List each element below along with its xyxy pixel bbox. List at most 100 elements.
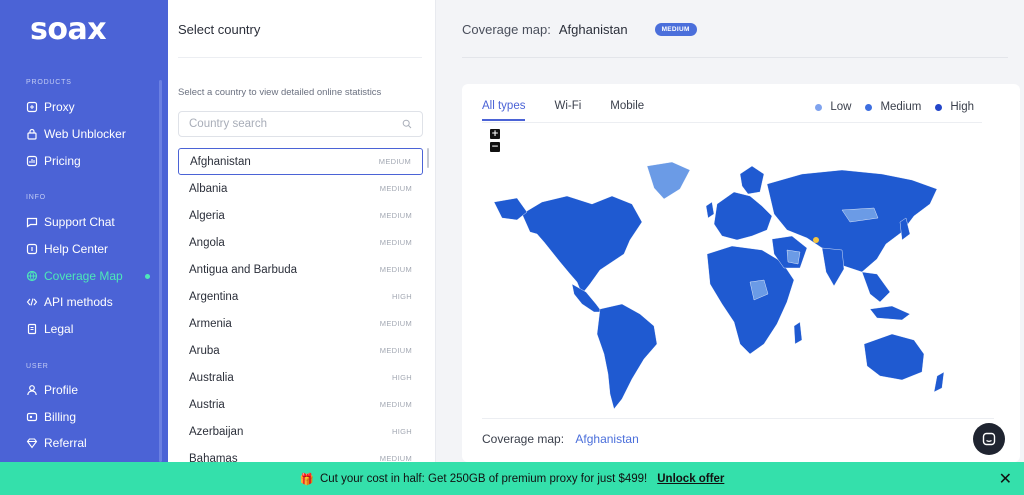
region-indonesia — [869, 305, 911, 321]
region-arabian-peninsula — [786, 249, 801, 265]
coverage-header-label: Coverage map: — [462, 22, 551, 37]
country-row-austria[interactable]: Austria MEDIUM — [178, 391, 423, 418]
divider — [462, 57, 1008, 58]
coverage-header: Coverage map: Afghanistan MEDIUM — [462, 22, 697, 37]
zoom-in-button[interactable]: + — [490, 129, 500, 139]
sidebar: soax PRODUCTS Proxy Web Unblocker Pricin… — [0, 0, 168, 462]
sidebar-item-label: Pricing — [44, 154, 81, 168]
sidebar-item-referral[interactable]: Referral — [26, 433, 87, 453]
active-indicator-dot — [145, 274, 150, 279]
document-icon — [27, 323, 37, 335]
country-row-armenia[interactable]: Armenia MEDIUM — [178, 310, 423, 337]
coverage-level: MEDIUM — [379, 400, 412, 409]
section-label-user: USER — [26, 363, 49, 370]
world-coverage-map[interactable] — [482, 144, 1002, 414]
unlock-offer-link[interactable]: Unlock offer — [657, 473, 724, 485]
legend-item-medium: Medium — [865, 101, 921, 113]
sidebar-item-pricing[interactable]: Pricing — [26, 151, 81, 171]
country-row-azerbaijan[interactable]: Azerbaijan HIGH — [178, 418, 423, 445]
country-panel: Select country Select a country to view … — [168, 0, 436, 462]
country-row-albania[interactable]: Albania MEDIUM — [178, 175, 423, 202]
sidebar-item-label: Proxy — [44, 100, 75, 114]
sidebar-item-label: Web Unblocker — [44, 127, 126, 141]
legend-dot-high — [935, 103, 943, 111]
region-scandinavia — [739, 165, 765, 195]
coverage-level: HIGH — [392, 373, 412, 382]
diamond-icon — [26, 438, 38, 449]
code-icon — [26, 298, 38, 306]
country-row-afghanistan[interactable]: Afghanistan MEDIUM — [178, 148, 423, 175]
tabs-underline — [482, 122, 982, 123]
sidebar-item-profile[interactable]: Profile — [26, 380, 78, 400]
region-madagascar — [793, 321, 803, 345]
search-icon[interactable] — [402, 119, 412, 129]
coverage-level: MEDIUM — [379, 346, 412, 355]
globe-icon — [26, 270, 38, 282]
sidebar-item-coverage-map[interactable]: Coverage Map — [26, 266, 123, 286]
panel-title: Select country — [178, 22, 261, 37]
country-list-scrollbar[interactable] — [427, 148, 429, 168]
country-row-aruba[interactable]: Aruba MEDIUM — [178, 337, 423, 364]
gift-icon: 🎁 — [299, 473, 314, 486]
coverage-header-country: Afghanistan — [558, 22, 628, 37]
coverage-level: MEDIUM — [379, 319, 412, 328]
coverage-level-badge: MEDIUM — [654, 23, 697, 36]
sidebar-item-billing[interactable]: Billing — [26, 407, 76, 427]
legend-label: Medium — [880, 101, 922, 113]
tab-wi-fi[interactable]: Wi-Fi — [554, 100, 581, 121]
sidebar-item-proxy[interactable]: Proxy — [26, 97, 75, 117]
sidebar-item-label: Profile — [44, 383, 79, 397]
sidebar-item-web-unblocker[interactable]: Web Unblocker — [26, 124, 126, 144]
close-icon[interactable]: ✕ — [999, 469, 1012, 488]
legend-item-low: Low — [815, 101, 851, 113]
coverage-level: MEDIUM — [379, 211, 412, 220]
country-name: Afghanistan — [190, 155, 251, 168]
tab-mobile[interactable]: Mobile — [610, 100, 644, 121]
coverage-level: MEDIUM — [378, 157, 411, 166]
lock-icon — [27, 128, 37, 140]
country-row-antigua-and-barbuda[interactable]: Antigua and Barbuda MEDIUM — [178, 256, 423, 283]
region-alaska — [493, 197, 528, 221]
region-central-america — [571, 283, 603, 313]
sidebar-item-legal[interactable]: Legal — [26, 319, 73, 339]
sidebar-item-label: Billing — [44, 410, 77, 424]
country-name: Angola — [189, 236, 225, 249]
country-search-box[interactable] — [178, 111, 423, 137]
country-search-input[interactable] — [189, 118, 402, 130]
soax-logo[interactable]: soax — [30, 12, 107, 47]
region-australia — [863, 333, 925, 381]
user-icon — [27, 385, 37, 396]
country-row-argentina[interactable]: Argentina HIGH — [178, 283, 423, 310]
chat-launcher-button[interactable] — [973, 423, 1005, 455]
sidebar-item-help-center[interactable]: Help Center — [26, 239, 108, 259]
pricing-icon — [26, 155, 38, 167]
coverage-level: MEDIUM — [379, 454, 412, 462]
coverage-level: HIGH — [392, 292, 412, 301]
country-row-angola[interactable]: Angola MEDIUM — [178, 229, 423, 256]
country-row-algeria[interactable]: Algeria MEDIUM — [178, 202, 423, 229]
legend-label: High — [950, 101, 974, 113]
sidebar-item-label: API methods — [44, 295, 113, 309]
section-label-info: INFO — [26, 194, 46, 201]
sidebar-item-support-chat[interactable]: Support Chat — [26, 212, 115, 232]
country-row-bahamas[interactable]: Bahamas MEDIUM — [178, 445, 423, 463]
sidebar-item-label: Legal — [44, 322, 74, 336]
sidebar-item-api-methods[interactable]: API methods — [26, 292, 113, 312]
divider — [178, 57, 422, 58]
map-legend: Low Medium High — [801, 101, 974, 113]
country-name: Aruba — [189, 344, 220, 357]
coverage-map-card: All types Wi-Fi Mobile Low Medium High +… — [462, 84, 1020, 462]
region-south-america — [596, 303, 658, 410]
country-row-australia[interactable]: Australia HIGH — [178, 364, 423, 391]
sidebar-scrollbar[interactable] — [159, 80, 162, 462]
region-new-zealand — [933, 371, 945, 393]
selected-country-marker — [813, 237, 819, 243]
coverage-level: MEDIUM — [379, 265, 412, 274]
legend-dot-medium — [865, 103, 873, 111]
region-uk — [705, 201, 715, 219]
promo-text: Cut your cost in half: Get 250GB of prem… — [319, 472, 648, 485]
coverage-footer-label: Coverage map: — [482, 432, 565, 446]
country-name: Azerbaijan — [189, 425, 244, 438]
tab-all-types[interactable]: All types — [482, 100, 526, 121]
legend-label: Low — [830, 101, 852, 113]
